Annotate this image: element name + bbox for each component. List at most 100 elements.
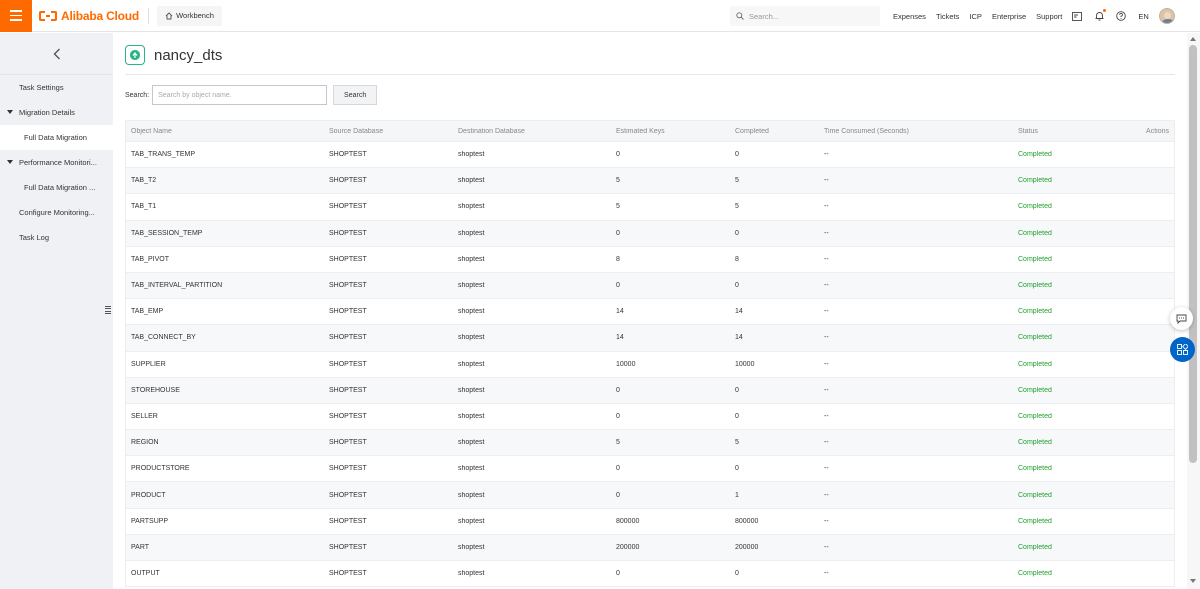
sidebar-item-migration-details[interactable]: Migration Details (0, 100, 113, 125)
chat-button[interactable] (1170, 307, 1193, 330)
page-title: nancy_dts (154, 46, 223, 64)
cell-object-name: TAB_INTERVAL_PARTITION (131, 282, 223, 290)
cell-estimated-keys: 0 (616, 491, 620, 499)
cell-object-name: PART (131, 543, 150, 551)
table-row: STOREHOUSE SHOPTEST shoptest 0 0 -- Completed (126, 377, 1174, 404)
col-header-completed: Completed (735, 127, 769, 135)
cell-source-db: SHOPTEST (329, 308, 367, 316)
cell-time-consumed: -- (824, 412, 829, 420)
menu-icon[interactable] (0, 0, 32, 32)
apps-grid-icon (1177, 344, 1188, 355)
nav-support[interactable]: Support (1036, 12, 1062, 21)
cell-object-name: TAB_T2 (131, 177, 157, 185)
cell-status: Completed (1018, 543, 1052, 551)
cell-estimated-keys: 200000 (616, 543, 640, 551)
global-search-placeholder: Search... (749, 11, 780, 21)
brand-name: Alibaba Cloud (61, 8, 140, 23)
nav-tickets[interactable]: Tickets (936, 12, 959, 21)
search-label: Search: (125, 91, 150, 99)
mail-icon[interactable] (1072, 11, 1083, 21)
global-search-input[interactable]: Search... (730, 6, 880, 26)
cell-status: Completed (1018, 439, 1052, 447)
workbench-label: Workbench (176, 11, 214, 20)
cell-source-db: SHOPTEST (329, 229, 367, 237)
table-row: TAB_EMP SHOPTEST shoptest 14 14 -- Completed (126, 299, 1174, 326)
search-icon (736, 12, 744, 20)
cell-object-name: TAB_PIVOT (131, 255, 169, 263)
cell-estimated-keys: 0 (616, 151, 620, 159)
cell-source-db: SHOPTEST (329, 465, 367, 473)
cell-destination-db: shoptest (458, 151, 485, 159)
cell-object-name: PRODUCT (131, 491, 166, 499)
search-button[interactable]: Search (333, 85, 378, 105)
help-icon[interactable] (1116, 11, 1127, 21)
cell-object-name: TAB_EMP (131, 308, 164, 316)
cell-destination-db: shoptest (458, 308, 485, 316)
sidebar-item-configure-monitoring[interactable]: Configure Monitoring... (0, 200, 113, 225)
nav-expenses[interactable]: Expenses (893, 12, 926, 21)
cell-source-db: SHOPTEST (329, 570, 367, 578)
alibaba-cloud-logo[interactable]: Alibaba Cloud (39, 9, 139, 23)
sidebar-collapse-handle[interactable] (105, 304, 113, 316)
sidebar-item-full-data-migration-perf[interactable]: Full Data Migration ... (0, 175, 113, 200)
scroll-down-arrow-icon[interactable] (1190, 579, 1196, 583)
sidebar-item-task-settings[interactable]: Task Settings (0, 75, 113, 100)
object-search-input[interactable]: Search by object name. (152, 85, 328, 105)
nav-enterprise[interactable]: Enterprise (992, 12, 1026, 21)
cell-status: Completed (1018, 177, 1052, 185)
scrollbar-thumb[interactable] (1189, 45, 1197, 463)
cell-completed: 14 (735, 308, 743, 316)
top-bar: Alibaba Cloud Workbench Search... Expens… (0, 0, 1200, 32)
cell-destination-db: shoptest (458, 439, 485, 447)
cell-object-name: PRODUCTSTORE (131, 465, 190, 473)
table-row: PRODUCT SHOPTEST shoptest 0 1 -- Completed (126, 482, 1174, 509)
top-nav: Expenses Tickets ICP Enterprise Support … (893, 0, 1175, 32)
chevron-left-icon (53, 48, 60, 59)
sidebar-item-performance-monitoring[interactable]: Performance Monitori... (0, 150, 113, 175)
table-row: TAB_PIVOT SHOPTEST shoptest 8 8 -- Completed (126, 247, 1174, 273)
cell-source-db: SHOPTEST (329, 543, 367, 551)
cell-object-name: SUPPLIER (131, 360, 166, 368)
cell-source-db: SHOPTEST (329, 282, 367, 290)
apps-button[interactable] (1170, 337, 1195, 362)
cell-status: Completed (1018, 282, 1052, 290)
sidebar-item-label: Performance Monitori... (19, 158, 97, 167)
main-content: nancy_dts Search: Search by object name.… (113, 33, 1187, 589)
cell-status: Completed (1018, 517, 1052, 525)
sidebar-item-label: Migration Details (19, 108, 75, 117)
cell-object-name: OUTPUT (131, 570, 160, 578)
alibaba-logo-icon (39, 10, 57, 21)
bell-icon[interactable] (1094, 9, 1107, 21)
cell-status: Completed (1018, 386, 1052, 394)
table-row: SELLER SHOPTEST shoptest 0 0 -- Completed (126, 404, 1174, 431)
sidebar-item-full-data-migration[interactable]: Full Data Migration (0, 125, 113, 150)
cell-destination-db: shoptest (458, 203, 485, 211)
cell-source-db: SHOPTEST (329, 517, 367, 525)
caret-down-icon (7, 160, 13, 164)
scroll-up-arrow-icon[interactable] (1190, 37, 1196, 41)
cell-status: Completed (1018, 491, 1052, 499)
workbench-button[interactable]: Workbench (157, 5, 222, 26)
nav-icp[interactable]: ICP (969, 12, 982, 21)
cell-completed: 0 (735, 282, 739, 290)
divider (125, 74, 1175, 75)
cell-time-consumed: -- (824, 255, 829, 263)
cell-source-db: SHOPTEST (329, 151, 367, 159)
cell-status: Completed (1018, 229, 1052, 237)
sidebar-item-task-log[interactable]: Task Log (0, 225, 113, 250)
migration-table: Object Name Source Database Destination … (125, 120, 1175, 588)
table-row: TAB_SESSION_TEMP SHOPTEST shoptest 0 0 -- Comp… (126, 220, 1174, 247)
cell-time-consumed: -- (824, 203, 829, 211)
col-header-time-consumed: Time Consumed (Seconds) (824, 127, 909, 135)
col-header-estimated-keys: Estimated Keys (616, 127, 665, 135)
avatar[interactable] (1158, 8, 1175, 24)
cell-status: Completed (1018, 465, 1052, 473)
cell-destination-db: shoptest (458, 517, 485, 525)
cell-object-name: TAB_SESSION_TEMP (131, 229, 203, 237)
table-row: TAB_INTERVAL_PARTITION SHOPTEST shoptest 0 0… (126, 272, 1174, 300)
sidebar-item-label: Task Settings (19, 83, 64, 92)
language-switch[interactable]: EN (1138, 12, 1148, 21)
back-button[interactable] (0, 33, 113, 75)
cell-estimated-keys: 5 (616, 203, 620, 211)
cell-destination-db: shoptest (458, 570, 485, 578)
